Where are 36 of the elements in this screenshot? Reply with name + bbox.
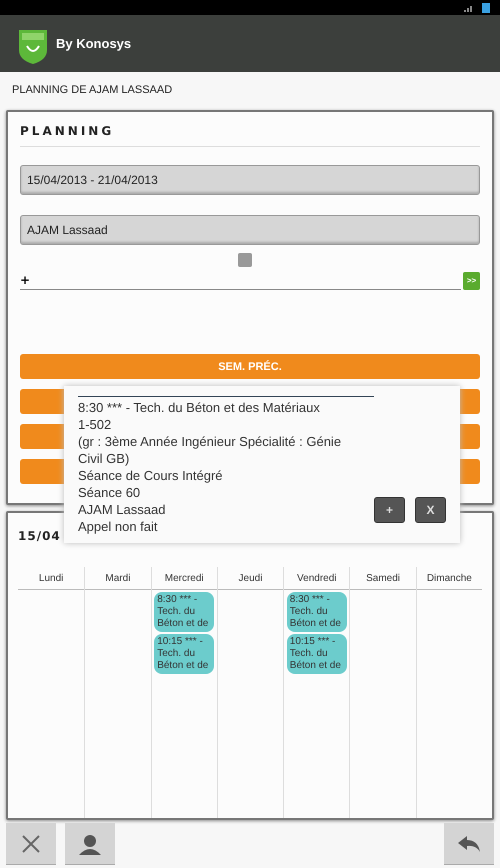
day-header: Samedi [350, 567, 416, 590]
close-icon [21, 834, 41, 854]
popup-text: Appel non fait [78, 518, 158, 535]
calendar-event[interactable]: 8:30 *** - Tech. du Béton et de [286, 592, 347, 632]
popup-button[interactable]: X [415, 497, 446, 523]
reply-arrow-icon [458, 836, 480, 852]
day-header: Lundi [18, 567, 84, 590]
day-header: Dimanche [416, 567, 482, 590]
back-button[interactable] [444, 823, 494, 865]
day-header: Mercredi [152, 567, 217, 590]
teacher-field[interactable]: AJAM Lassaad [20, 215, 480, 245]
page-title: PLANNING DE AJAM LASSAAD [12, 84, 172, 96]
day-header: Mardi [85, 567, 151, 590]
battery-icon [482, 2, 490, 12]
add-input-field[interactable]: + [20, 271, 461, 290]
user-icon [79, 832, 101, 854]
card-title: PLANNING [20, 120, 480, 147]
popup-text: 1-502 [78, 416, 112, 433]
day-header: Vendredi [284, 567, 350, 590]
week-title: 15/04 [18, 529, 61, 543]
day-header: Jeudi [218, 567, 284, 590]
calendar-event[interactable]: 8:30 *** - Tech. du Béton et de [154, 592, 214, 632]
popup-text: Séance de Cours Intégré [78, 467, 223, 484]
brand-name: By Konosys [56, 36, 132, 51]
popup-text: (gr : 3ème Année Ingénieur Spécialité : Génie Civil GB) [78, 433, 342, 467]
popup-text: Séance 60 [78, 484, 140, 501]
calendar-event[interactable]: 10:15 *** - Tech. du Béton et de [286, 634, 347, 674]
calendar-event[interactable]: 10:15 *** - Tech. du Béton et de [154, 634, 214, 674]
popup-text: 8:30 *** - Tech. du Béton et des Matériaux [78, 399, 320, 416]
checkbox[interactable] [238, 253, 252, 267]
user-button[interactable] [65, 823, 115, 865]
popup-button[interactable]: + [374, 497, 405, 523]
popup-text: AJAM Lassaad [78, 501, 166, 518]
date-field[interactable]: 15/04/2013 - 21/04/2013 [20, 165, 480, 195]
signal-icon [464, 4, 474, 12]
close-button[interactable] [6, 823, 56, 865]
